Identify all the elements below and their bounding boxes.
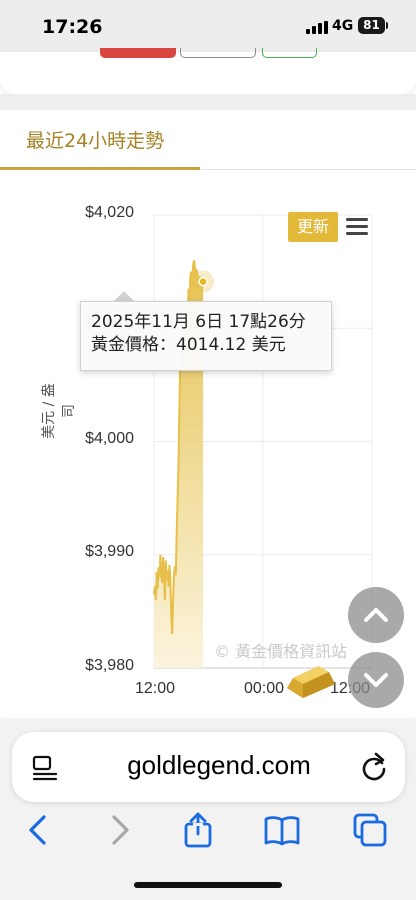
tabs-icon[interactable] (352, 812, 388, 848)
chevron-down-icon (364, 673, 388, 687)
tooltip-datetime: 2025年11月 6日 17點26分 (91, 312, 306, 332)
page-menu-icon[interactable] (32, 755, 58, 781)
tab-underline (0, 167, 200, 170)
price-tooltip: 2025年11月 6日 17點26分 黃金價格：4014.12 美元 (80, 301, 332, 371)
signal-icon (306, 21, 328, 34)
chevron-up-icon (364, 608, 388, 622)
tooltip-price: 黃金價格：4014.12 美元 (91, 335, 286, 355)
price-chart (153, 214, 373, 669)
section-gap (0, 94, 416, 110)
browser-toolbar: goldlegend.com (0, 719, 416, 900)
scroll-down-button[interactable] (348, 652, 404, 708)
share-icon[interactable] (180, 812, 216, 848)
address-bar[interactable]: goldlegend.com (12, 732, 405, 802)
y-tick-label: $4,020 (85, 204, 134, 221)
top-gray-button[interactable] (180, 48, 256, 58)
bookmarks-icon[interactable] (264, 812, 300, 848)
tab-24h-trend[interactable]: 最近24小時走勢 (26, 126, 164, 153)
tab-bar: 最近24小時走勢 (0, 110, 416, 170)
home-indicator (134, 882, 282, 888)
top-card (0, 48, 416, 94)
tooltip-arrow (114, 291, 134, 301)
y-axis-title: 美元 / 盎司 (41, 383, 77, 439)
x-tick-label: 12:00 (134, 680, 176, 697)
highlight-point (198, 276, 208, 287)
top-green-button[interactable] (262, 48, 317, 58)
url-text[interactable]: goldlegend.com (84, 750, 354, 781)
chart-area: $4,020 $4,010 $4,000 $3,990 $3,980 12:00… (0, 171, 416, 719)
scroll-up-button[interactable] (348, 587, 404, 643)
top-red-button[interactable] (100, 48, 176, 58)
status-bar: 17:26 4G 81 (0, 0, 416, 52)
reload-icon[interactable] (360, 752, 388, 782)
battery-icon: 81 (358, 17, 385, 34)
page: 17:26 4G 81 最近24小時走勢 $4,020 $4,000 $3,99… (0, 0, 416, 900)
back-icon[interactable] (20, 812, 56, 848)
y-tick-label: $3,990 (85, 543, 134, 560)
forward-icon[interactable] (102, 812, 138, 848)
network-label: 4G (332, 18, 354, 34)
chart-menu-icon[interactable] (346, 218, 368, 236)
status-time: 17:26 (42, 16, 103, 38)
gold-bar-icon (287, 666, 335, 698)
refresh-button[interactable]: 更新 (288, 212, 338, 242)
y-tick-label: $3,980 (85, 657, 134, 674)
battery-tip (386, 22, 388, 29)
